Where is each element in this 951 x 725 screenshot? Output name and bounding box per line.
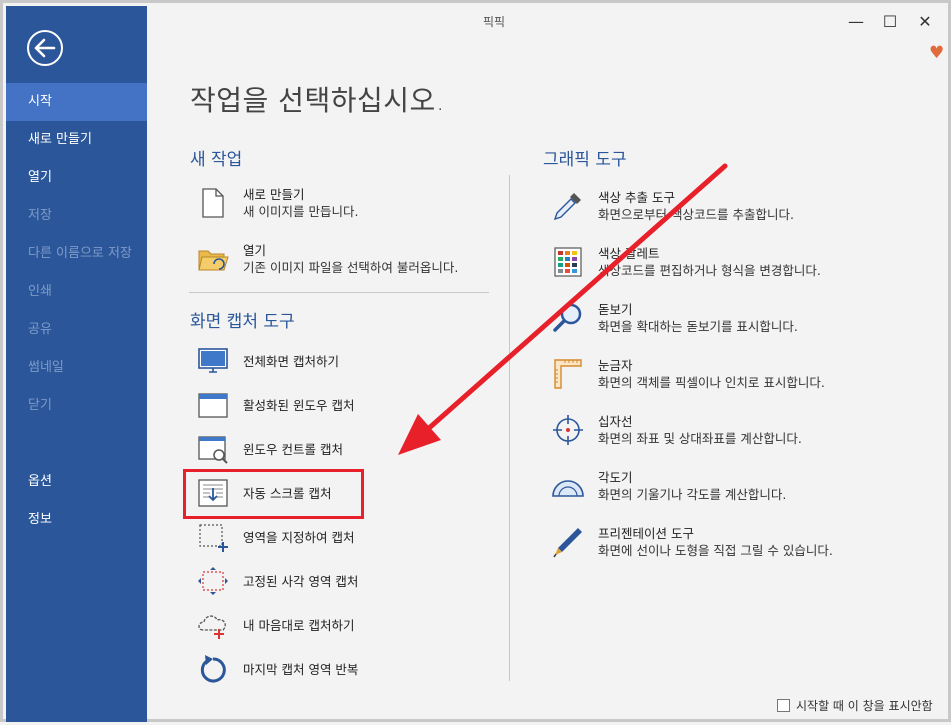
sidebar-item-share: 공유 [28, 322, 52, 337]
item-label: 프리젠테이션 도구 [598, 526, 694, 541]
item-label: 각도기 [598, 470, 633, 485]
crosshair-icon [552, 414, 584, 446]
item-desc: 화면으로부터 색상코드를 추출합니다. [598, 207, 794, 222]
fixed-region-icon [197, 565, 229, 597]
magnifier-button[interactable]: 돋보기 화면을 확대하는 돋보기를 표시합니다. [552, 301, 798, 335]
pen-icon [552, 526, 584, 558]
new-file-button[interactable]: 새로 만들기 새 이미지를 만듭니다. [197, 186, 358, 220]
highlight-box [183, 469, 364, 519]
crosshair-button[interactable]: 십자선 화면의 좌표 및 상대좌표를 계산합니다. [552, 413, 802, 447]
protractor-button[interactable]: 각도기 화면의 기울기나 각도를 계산합니다. [552, 469, 786, 503]
item-label: 고정된 사각 영역 캡처 [243, 573, 359, 589]
ruler-button[interactable]: 눈금자 화면의 객체를 픽셀이나 인치로 표시합니다. [552, 357, 825, 391]
sidebar-item-save: 저장 [28, 208, 52, 223]
item-desc: 화면의 기울기나 각도를 계산합니다. [598, 487, 787, 502]
item-desc: 화면의 객체를 픽셀이나 인치로 표시합니다. [598, 375, 825, 390]
item-desc: 화면을 확대하는 돋보기를 표시합니다. [598, 319, 798, 334]
item-desc: 화면에 선이나 도형을 직접 그릴 수 있습니다. [598, 543, 833, 558]
eyedropper-icon [552, 190, 584, 222]
item-label: 색상 팔레트 [598, 246, 660, 261]
sidebar: 시작 새로 만들기 열기 저장 다른 이름으로 저장 인쇄 공유 썸네일 닫기 … [6, 6, 147, 722]
maximize-button[interactable]: ☐ [875, 11, 905, 33]
heart-icon[interactable]: ♥ [929, 43, 944, 63]
checkbox[interactable] [777, 699, 790, 712]
protractor-icon [552, 470, 584, 502]
close-button[interactable]: ✕ [910, 11, 940, 33]
freehand-icon [197, 609, 229, 641]
sidebar-item-info[interactable]: 정보 [6, 501, 147, 539]
repeat-icon [197, 653, 229, 685]
item-label: 열기 [243, 243, 267, 258]
capture-repeat-button[interactable]: 마지막 캡처 영역 반복 [197, 653, 358, 685]
sidebar-item-save-as: 다른 이름으로 저장 [28, 246, 132, 261]
monitor-icon [197, 345, 229, 377]
sidebar-item-options[interactable]: 옵션 [6, 463, 147, 501]
capture-region-button[interactable]: 영역을 지정하여 캡처 [197, 521, 354, 553]
section-title-new-task: 새 작업 [190, 150, 243, 170]
capture-window-control-button[interactable]: 윈도우 컨트롤 캡처 [197, 433, 343, 465]
item-desc: 화면의 좌표 및 상대좌표를 계산합니다. [598, 431, 802, 446]
presentation-tool-button[interactable]: 프리젠테이션 도구 화면에 선이나 도형을 직접 그릴 수 있습니다. [552, 525, 833, 559]
item-label: 색상 추출 도구 [598, 190, 675, 205]
sidebar-item-open[interactable]: 열기 [6, 159, 147, 197]
sidebar-item-new[interactable]: 새로 만들기 [6, 121, 147, 159]
open-file-button[interactable]: 열기 기존 이미지 파일을 선택하여 불러옵니다. [197, 242, 458, 276]
item-desc: 색상코드를 편집하거나 형식을 변경합니다. [598, 263, 821, 278]
sidebar-item-close: 닫기 [28, 398, 52, 413]
sidebar-item-print: 인쇄 [28, 284, 52, 299]
checkbox-label: 시작할 때 이 창을 표시안함 [796, 699, 933, 713]
app-window: 시작 새로 만들기 열기 저장 다른 이름으로 저장 인쇄 공유 썸네일 닫기 … [0, 0, 951, 722]
item-label: 전체화면 캡처하기 [243, 353, 339, 369]
eyedropper-button[interactable]: 색상 추출 도구 화면으로부터 색상코드를 추출합니다. [552, 189, 794, 223]
capture-fixed-region-button[interactable]: 고정된 사각 영역 캡처 [197, 565, 358, 597]
item-label: 윈도우 컨트롤 캡처 [243, 441, 343, 457]
item-label: 돋보기 [598, 302, 633, 317]
page-title: 작업을 선택하십시오. [190, 84, 446, 117]
item-label: 영역을 지정하여 캡처 [243, 529, 355, 545]
item-label: 내 마음대로 캡처하기 [243, 617, 355, 633]
window-icon [197, 389, 229, 421]
item-desc: 새 이미지를 만듭니다. [243, 204, 359, 219]
palette-button[interactable]: 색상 팔레트 색상코드를 편집하거나 형식을 변경합니다. [552, 245, 821, 279]
ruler-icon [552, 358, 584, 390]
window-control-icon [197, 433, 229, 465]
item-label: 활성화된 윈도우 캡처 [243, 397, 355, 413]
item-label: 눈금자 [598, 358, 633, 373]
section-title-capture: 화면 캡처 도구 [190, 312, 295, 332]
item-desc: 기존 이미지 파일을 선택하여 불러옵니다. [243, 260, 459, 275]
open-folder-icon [197, 243, 229, 275]
new-file-icon [197, 187, 229, 219]
capture-freehand-button[interactable]: 내 마음대로 캡처하기 [197, 609, 354, 641]
capture-fullscreen-button[interactable]: 전체화면 캡처하기 [197, 345, 339, 377]
magnifier-icon [552, 302, 584, 334]
section-title-graphic: 그래픽 도구 [543, 150, 627, 170]
capture-active-window-button[interactable]: 활성화된 윈도우 캡처 [197, 389, 354, 421]
sidebar-item-start[interactable]: 시작 [6, 83, 147, 121]
item-label: 마지막 캡처 영역 반복 [243, 661, 359, 677]
palette-icon [552, 246, 584, 278]
dont-show-at-startup[interactable]: 시작할 때 이 창을 표시안함 [777, 697, 933, 714]
item-label: 십자선 [598, 414, 633, 429]
window-title: 픽픽 [482, 15, 506, 29]
section-divider [189, 292, 489, 293]
back-arrow-icon[interactable] [27, 30, 63, 66]
region-icon [197, 521, 229, 553]
sidebar-item-thumbnail: 썸네일 [28, 360, 64, 375]
minimize-button[interactable]: — [841, 11, 871, 33]
item-label: 새로 만들기 [243, 187, 305, 202]
column-divider [509, 175, 510, 681]
